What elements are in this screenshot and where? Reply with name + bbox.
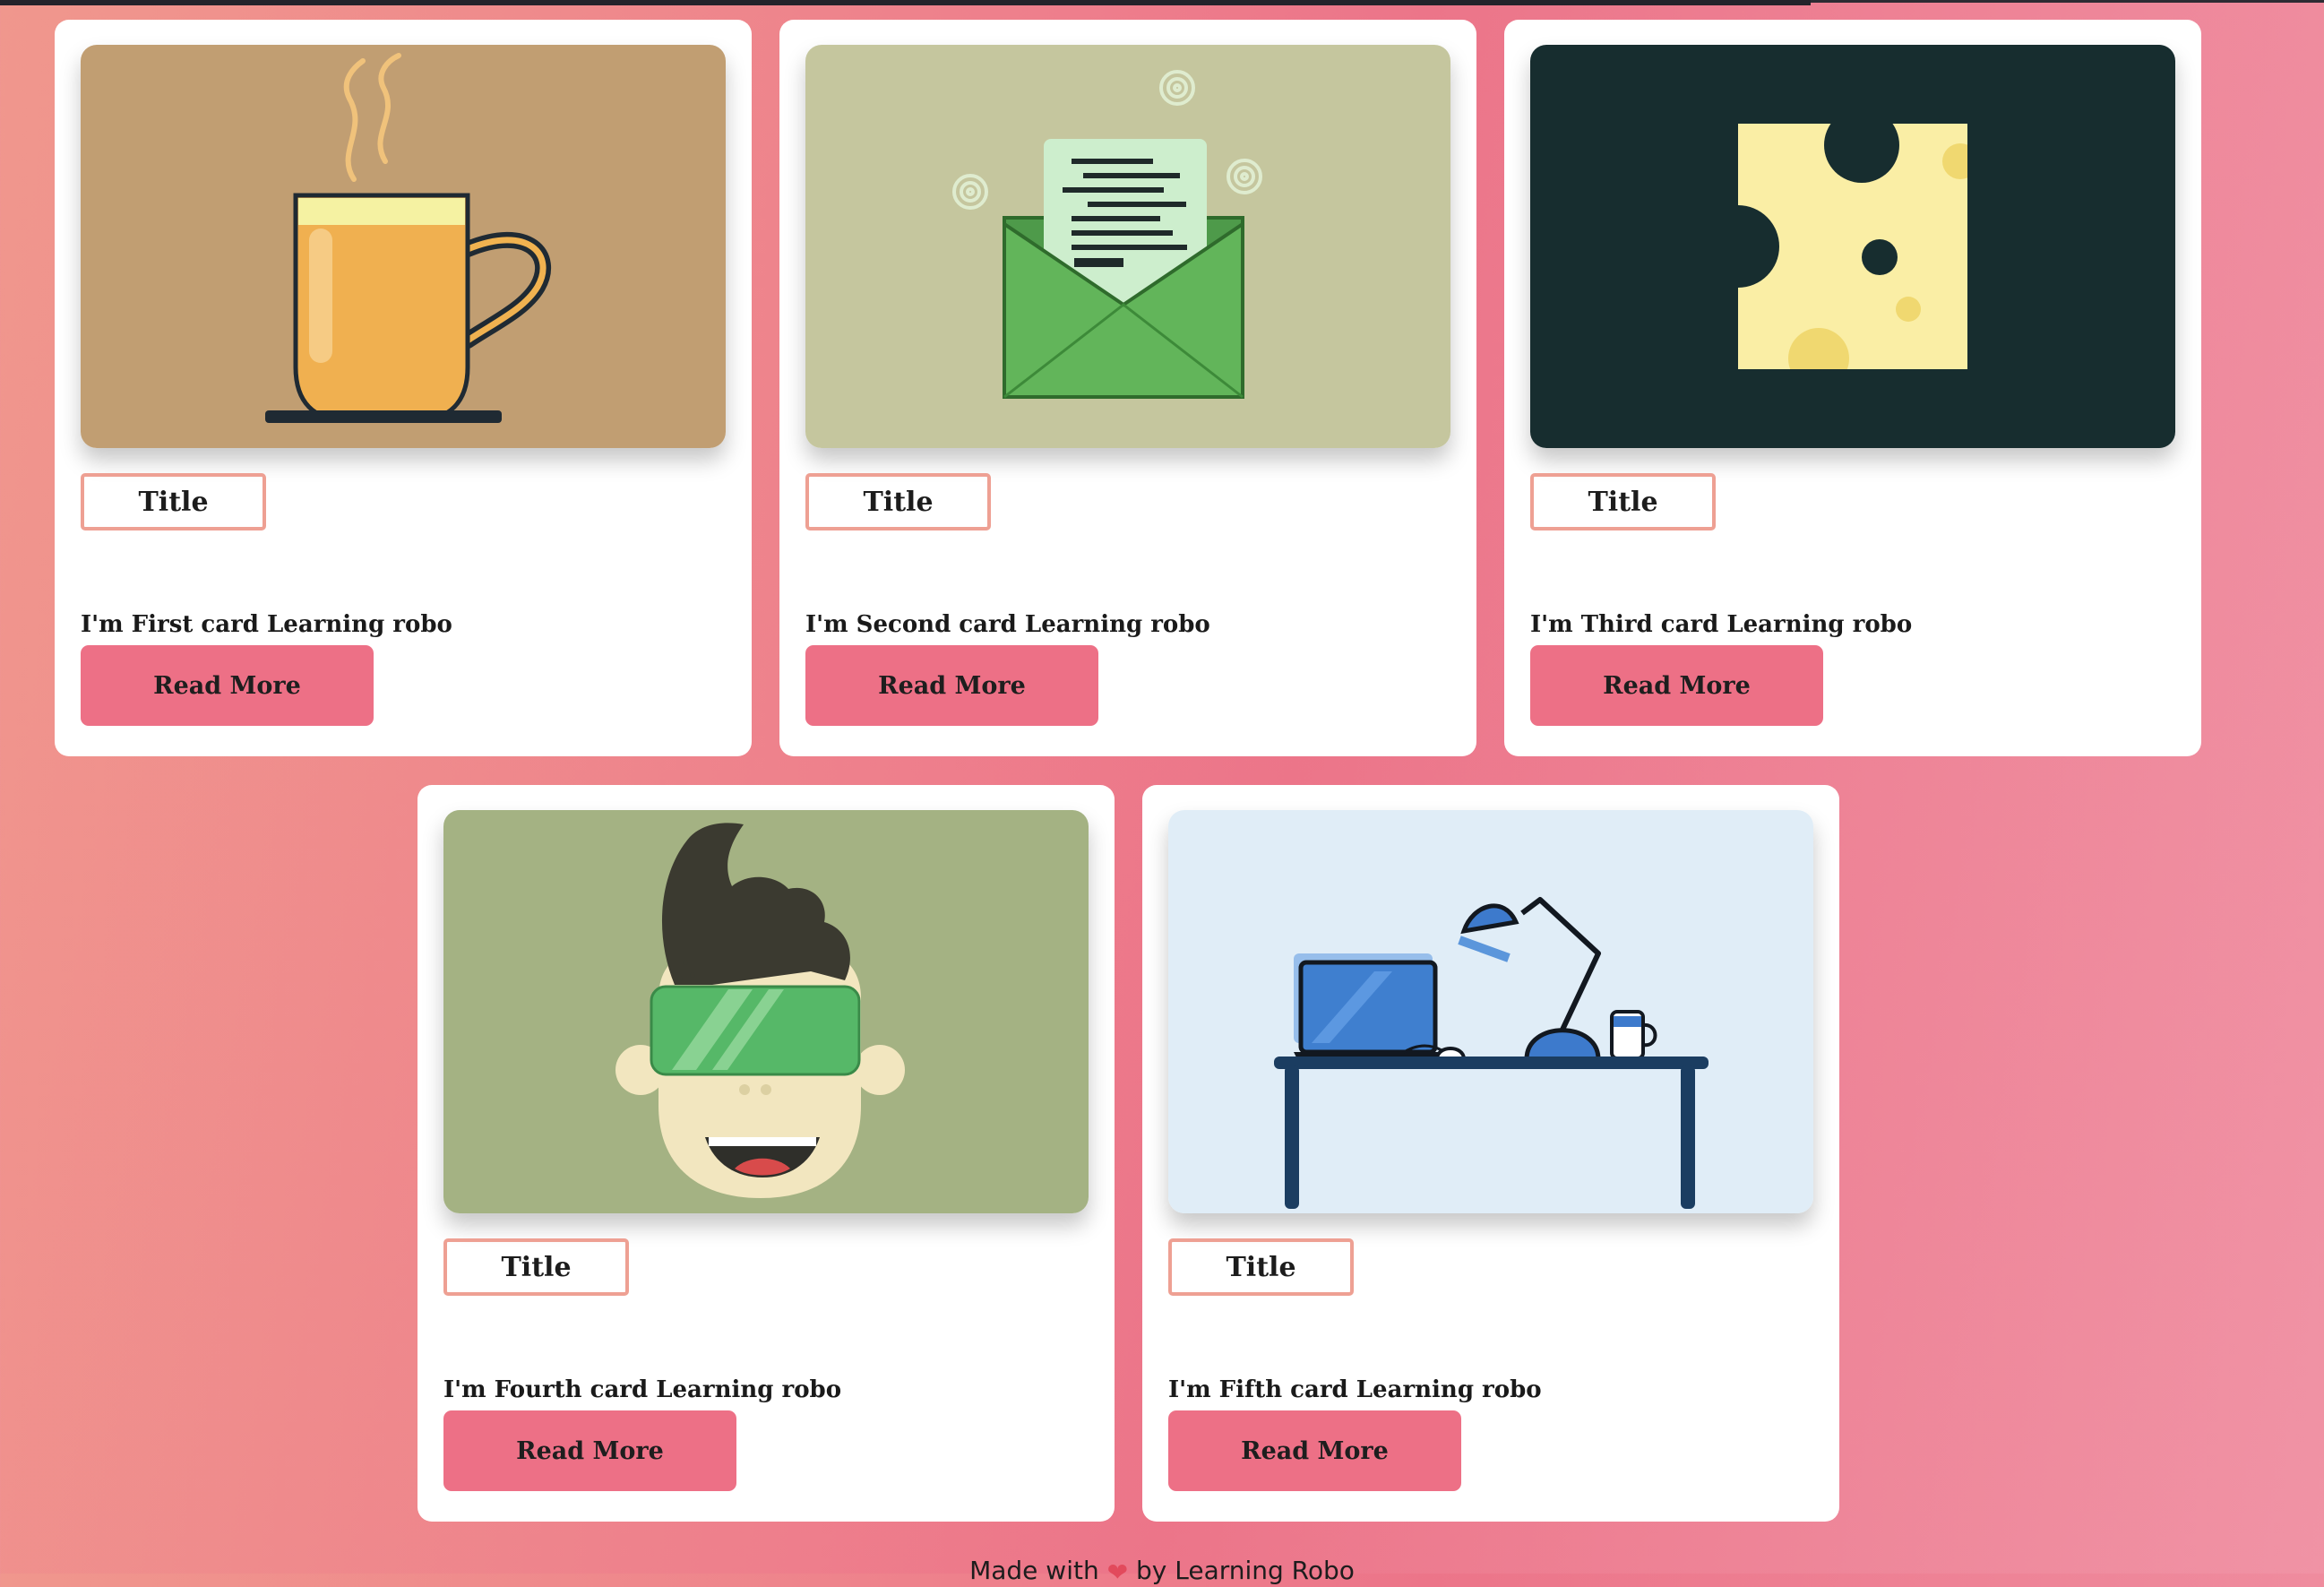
card-description: I'm Third card Learning robo <box>1530 611 1913 638</box>
card-2: Title I'm Second card Learning robo Read… <box>779 20 1476 756</box>
card-description: I'm Fifth card Learning robo <box>1168 1376 1542 1403</box>
vr-headset-boy-illustration <box>443 810 1089 1213</box>
footer-suffix: by Learning Robo <box>1135 1556 1355 1585</box>
read-more-button[interactable]: Read More <box>443 1410 736 1491</box>
read-more-button[interactable]: Read More <box>805 645 1098 726</box>
top-bar-right <box>1811 0 2324 3</box>
read-more-button[interactable]: Read More <box>81 645 374 726</box>
card-title: Title <box>805 473 991 530</box>
heart-icon: ❤ <box>1106 1557 1129 1587</box>
cheese-illustration <box>1530 45 2175 448</box>
card-description: I'm Fourth card Learning robo <box>443 1376 842 1403</box>
card-4: Title I'm Fourth card Learning robo Read… <box>417 785 1115 1522</box>
footer: Made with ❤ by Learning Robo <box>0 1556 2324 1587</box>
desk-laptop-lamp-illustration <box>1168 810 1813 1213</box>
card-title: Title <box>1168 1238 1354 1296</box>
card-description: I'm Second card Learning robo <box>805 611 1210 638</box>
read-more-button[interactable]: Read More <box>1168 1410 1461 1491</box>
card-title: Title <box>443 1238 629 1296</box>
card-title: Title <box>81 473 266 530</box>
card-description: I'm First card Learning robo <box>81 611 452 638</box>
read-more-button[interactable]: Read More <box>1530 645 1823 726</box>
card-title: Title <box>1530 473 1716 530</box>
coffee-mug-illustration <box>81 45 726 448</box>
card-1: Title I'm First card Learning robo Read … <box>55 20 752 756</box>
footer-prefix: Made with <box>969 1556 1099 1585</box>
top-bar <box>0 0 1811 5</box>
card-5: Title I'm Fifth card Learning robo Read … <box>1142 785 1839 1522</box>
card-3: Title I'm Third card Learning robo Read … <box>1504 20 2201 756</box>
open-envelope-illustration <box>805 45 1450 448</box>
